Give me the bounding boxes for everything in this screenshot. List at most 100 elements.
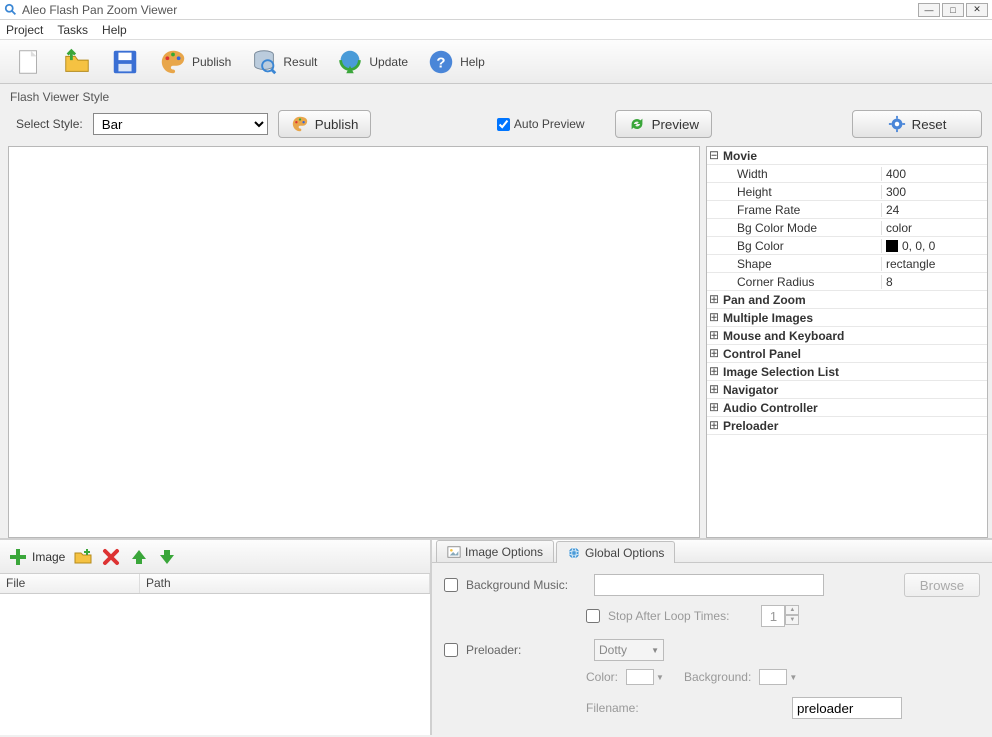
spinner-down[interactable]: ▼: [785, 615, 799, 625]
open-icon: [62, 47, 92, 77]
update-button[interactable]: Update: [331, 45, 412, 79]
plus-icon: [8, 547, 28, 567]
spinner-up[interactable]: ▲: [785, 605, 799, 615]
save-icon: [110, 47, 140, 77]
new-icon: [14, 47, 44, 77]
auto-preview-checkbox[interactable]: Auto Preview: [497, 117, 585, 131]
svg-text:?: ?: [436, 54, 445, 71]
gear-icon: [888, 115, 906, 133]
preview-label: Preview: [652, 117, 699, 132]
result-icon: [249, 47, 279, 77]
reset-label: Reset: [912, 117, 947, 132]
style-select[interactable]: Bar: [93, 113, 268, 135]
add-folder-button[interactable]: [73, 547, 93, 567]
background-swatch[interactable]: ▼: [759, 669, 797, 685]
chevron-down-icon: ▼: [651, 646, 659, 655]
loop-times-input[interactable]: [761, 605, 785, 627]
main-row: ⊟MovieWidth400Height300Frame Rate24Bg Co…: [0, 146, 992, 538]
save-button[interactable]: [106, 45, 144, 79]
prop-row[interactable]: Bg Color Modecolor: [707, 219, 987, 237]
browse-button[interactable]: Browse: [904, 573, 980, 597]
result-button[interactable]: Result: [245, 45, 321, 79]
prop-row[interactable]: Height300: [707, 183, 987, 201]
menu-project[interactable]: Project: [6, 23, 43, 37]
bg-music-label: Background Music:: [466, 578, 586, 592]
style-publish-label: Publish: [315, 117, 359, 132]
filename-label: Filename:: [586, 701, 646, 715]
prop-group[interactable]: ⊞Image Selection List: [707, 363, 987, 381]
property-grid[interactable]: ⊟MovieWidth400Height300Frame Rate24Bg Co…: [706, 146, 988, 538]
add-image-button[interactable]: Image: [8, 547, 65, 567]
arrow-up-icon: [129, 547, 149, 567]
prop-row[interactable]: Frame Rate24: [707, 201, 987, 219]
palette-icon: [158, 47, 188, 77]
app-icon: [4, 3, 18, 17]
palette-icon: [291, 115, 309, 133]
image-list-body[interactable]: [0, 594, 430, 735]
filename-input[interactable]: [792, 697, 902, 719]
prop-group[interactable]: ⊞Mouse and Keyboard: [707, 327, 987, 345]
publish-button[interactable]: Publish: [154, 45, 235, 79]
loop-times-spinner[interactable]: ▲▼: [761, 605, 799, 627]
background-label: Background:: [684, 670, 751, 684]
preview-button[interactable]: Preview: [615, 110, 712, 138]
move-down-button[interactable]: [157, 547, 177, 567]
new-button[interactable]: [10, 45, 48, 79]
menu-help[interactable]: Help: [102, 23, 127, 37]
minimize-button[interactable]: —: [918, 3, 940, 17]
image-icon: [447, 545, 461, 559]
prop-group[interactable]: ⊞Control Panel: [707, 345, 987, 363]
prop-group[interactable]: ⊟Movie: [707, 147, 987, 165]
close-button[interactable]: ✕: [966, 3, 988, 17]
publish-label: Publish: [192, 55, 231, 69]
tab-global-options-label: Global Options: [585, 546, 664, 560]
stop-after-label: Stop After Loop Times:: [608, 609, 729, 623]
menu-tasks[interactable]: Tasks: [57, 23, 88, 37]
image-list-panel: Image File Path: [0, 540, 432, 735]
stop-after-checkbox[interactable]: [586, 609, 600, 623]
delete-button[interactable]: [101, 547, 121, 567]
prop-row[interactable]: Corner Radius8: [707, 273, 987, 291]
prop-group[interactable]: ⊞Multiple Images: [707, 309, 987, 327]
preloader-label: Preloader:: [466, 643, 586, 657]
help-button[interactable]: ? Help: [422, 45, 489, 79]
add-image-label: Image: [32, 550, 65, 564]
prop-row[interactable]: Width400: [707, 165, 987, 183]
style-section-title: Flash Viewer Style: [10, 90, 982, 104]
tab-image-options[interactable]: Image Options: [436, 540, 554, 562]
auto-preview-input[interactable]: [497, 118, 510, 131]
move-up-button[interactable]: [129, 547, 149, 567]
global-options-body: Background Music: Browse Stop After Loop…: [432, 563, 992, 737]
preview-canvas: [8, 146, 700, 538]
delete-icon: [101, 547, 121, 567]
prop-group[interactable]: ⊞Audio Controller: [707, 399, 987, 417]
col-path[interactable]: Path: [140, 574, 430, 593]
prop-group[interactable]: ⊞Navigator: [707, 381, 987, 399]
image-toolbar: Image: [0, 540, 430, 574]
maximize-button[interactable]: □: [942, 3, 964, 17]
main-toolbar: Publish Result Update ? Help: [0, 40, 992, 84]
prop-row[interactable]: Bg Color 0, 0, 0: [707, 237, 987, 255]
refresh-icon: [628, 115, 646, 133]
preloader-checkbox[interactable]: [444, 643, 458, 657]
bottom-row: Image File Path Image Options: [0, 538, 992, 735]
bg-music-checkbox[interactable]: [444, 578, 458, 592]
tab-image-options-label: Image Options: [465, 545, 543, 559]
color-swatch[interactable]: ▼: [626, 669, 664, 685]
reset-button[interactable]: Reset: [852, 110, 982, 138]
style-section: Flash Viewer Style Select Style: Bar Pub…: [0, 84, 992, 146]
col-file[interactable]: File: [0, 574, 140, 593]
tab-global-options[interactable]: Global Options: [556, 541, 675, 563]
options-tabs: Image Options Global Options: [432, 540, 992, 563]
preloader-select[interactable]: Dotty ▼: [594, 639, 664, 661]
prop-group[interactable]: ⊞Pan and Zoom: [707, 291, 987, 309]
preloader-value: Dotty: [599, 643, 627, 657]
help-label: Help: [460, 55, 485, 69]
result-label: Result: [283, 55, 317, 69]
bg-music-input[interactable]: [594, 574, 824, 596]
open-button[interactable]: [58, 45, 96, 79]
help-icon: ?: [426, 47, 456, 77]
prop-group[interactable]: ⊞Preloader: [707, 417, 987, 435]
style-publish-button[interactable]: Publish: [278, 110, 372, 138]
prop-row[interactable]: Shaperectangle: [707, 255, 987, 273]
